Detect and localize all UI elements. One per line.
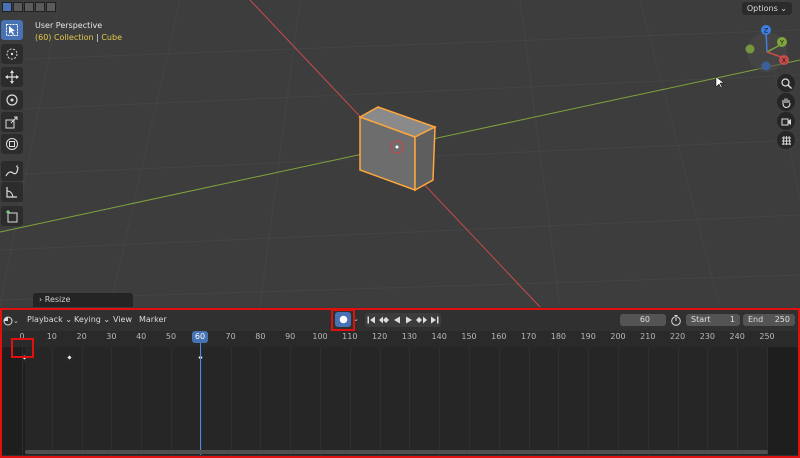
- chevron-down-icon: ⌄: [780, 4, 787, 13]
- tool-annotate[interactable]: [1, 161, 23, 181]
- 3d-cursor-icon: [6, 48, 18, 60]
- tool-select-box[interactable]: [1, 20, 23, 40]
- tool-scale[interactable]: [1, 112, 23, 132]
- scale-icon: [5, 116, 18, 129]
- viewport-grid: [0, 0, 800, 307]
- grid-view-icon: [781, 135, 791, 145]
- rotate-icon: [6, 94, 18, 106]
- tool-transform[interactable]: [1, 134, 23, 154]
- select-mode-intersect-icon[interactable]: [46, 2, 56, 12]
- tool-rotate[interactable]: [1, 90, 23, 110]
- move-arrows-icon: [5, 70, 19, 84]
- select-mode-toggles[interactable]: [2, 2, 56, 12]
- auto-keying-highlight-box: [331, 309, 355, 331]
- view-title: User Perspective: [35, 21, 103, 30]
- pan-button[interactable]: [777, 93, 795, 111]
- timeline-highlight-box: [0, 308, 800, 458]
- options-label: Options: [746, 4, 778, 13]
- resize-label: Resize: [44, 295, 71, 304]
- select-mode-extend-icon[interactable]: [13, 2, 23, 12]
- hand-pan-icon: [781, 98, 791, 108]
- 3d-viewport[interactable]: User Perspective (60) Collection | Cube …: [0, 0, 800, 307]
- keyframe-highlight-box: [11, 338, 34, 358]
- last-operation-panel[interactable]: › Resize: [33, 293, 133, 307]
- view-subtitle: (60) Collection | Cube: [35, 33, 122, 42]
- tool-cursor[interactable]: [1, 44, 23, 64]
- object-label: Cube: [101, 33, 122, 42]
- tool-move[interactable]: [1, 67, 23, 87]
- select-mode-invert-icon[interactable]: [35, 2, 45, 12]
- chevron-right-icon: ›: [39, 295, 43, 304]
- y-axis-label: Y: [779, 39, 784, 47]
- perspective-toggle-button[interactable]: [777, 131, 795, 149]
- navigation-gizmo[interactable]: Z Y X: [742, 22, 798, 74]
- transform-icon: [6, 138, 18, 150]
- camera-view-button[interactable]: [777, 112, 795, 130]
- z-axis-label: Z: [764, 27, 769, 35]
- camera-icon: [781, 118, 791, 125]
- x-axis-label: X: [782, 57, 787, 65]
- select-mode-new-icon[interactable]: [2, 2, 12, 12]
- tool-add-cube[interactable]: [1, 206, 23, 226]
- options-dropdown[interactable]: Options ⌄: [741, 2, 792, 15]
- zoom-icon: [780, 77, 792, 89]
- subtitle-separator: |: [96, 33, 99, 42]
- annotate-pen-icon: [5, 165, 19, 177]
- measure-ruler-icon: [6, 187, 17, 198]
- tool-measure[interactable]: [1, 182, 23, 202]
- select-mode-subtract-icon[interactable]: [24, 2, 34, 12]
- add-cube-icon: [6, 210, 18, 223]
- cursor-arrow-icon: [6, 24, 18, 36]
- selected-cube[interactable]: [358, 106, 437, 192]
- collection-label: (60) Collection: [35, 33, 94, 42]
- zoom-button[interactable]: [777, 74, 795, 92]
